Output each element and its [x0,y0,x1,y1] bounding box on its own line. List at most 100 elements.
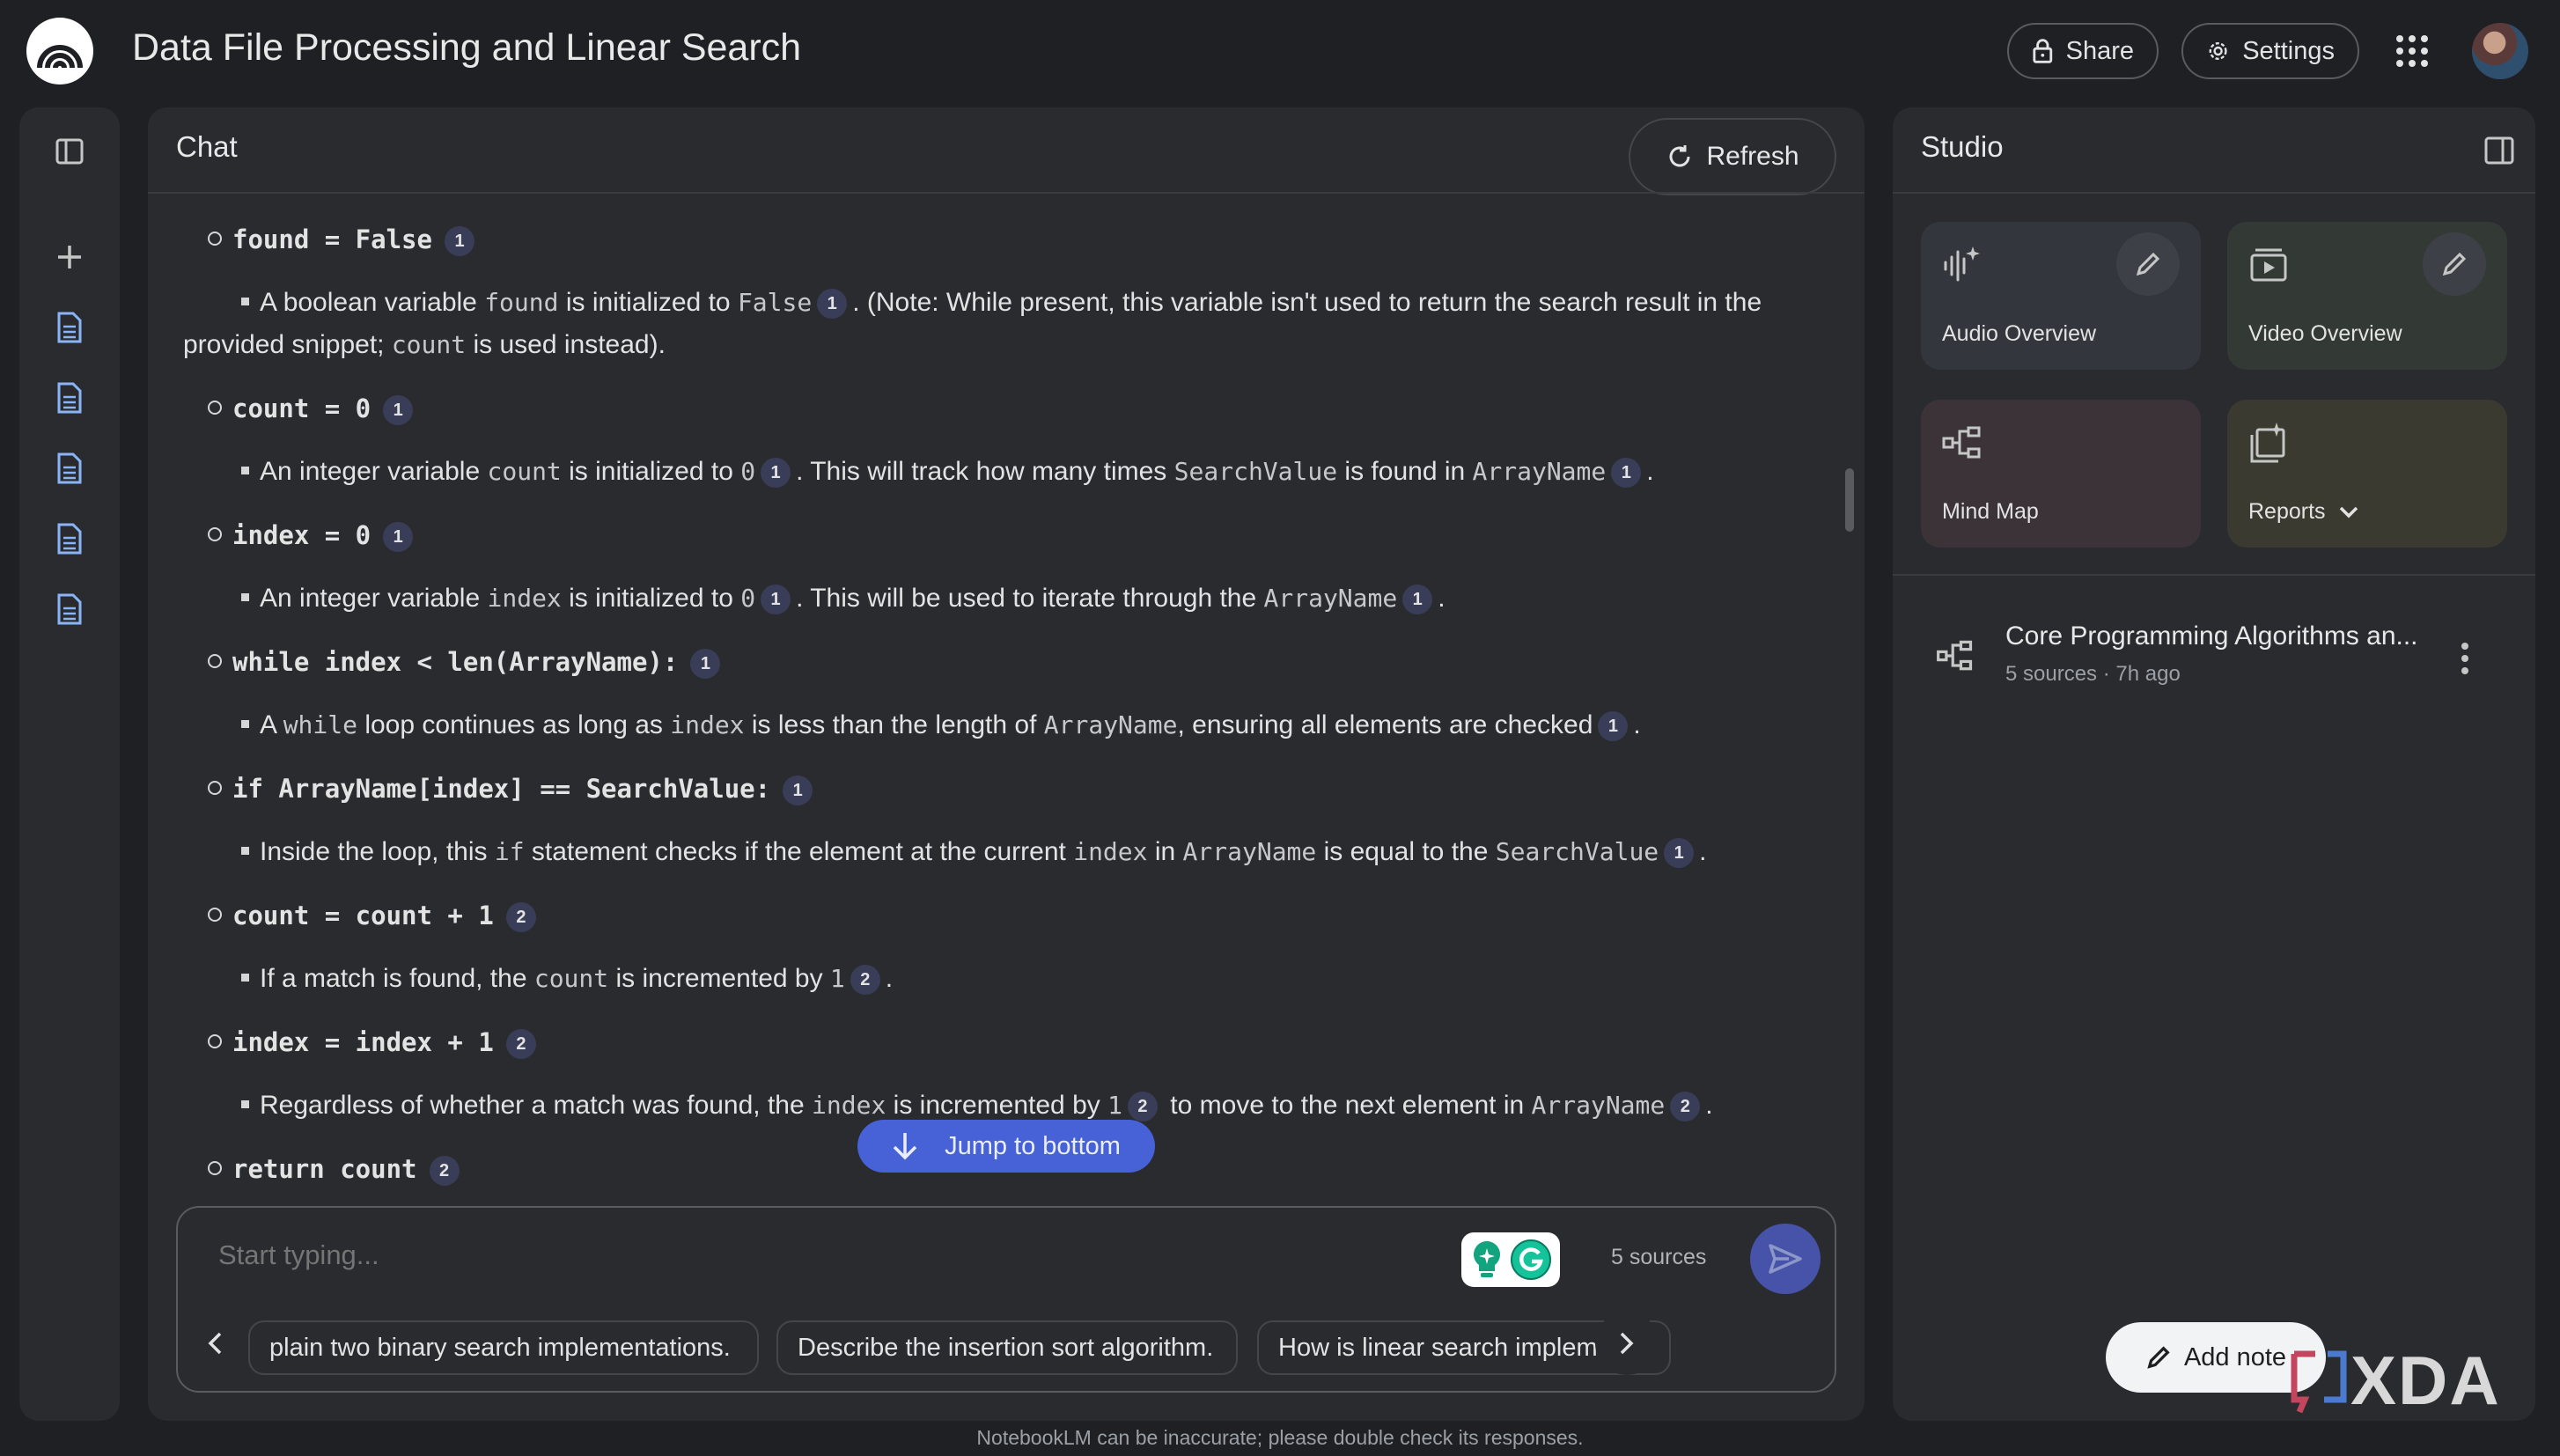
sources-rail [19,107,120,1421]
gear-icon [2209,41,2227,61]
add-note-label: Add note [2183,1342,2287,1371]
arrow-down-icon [893,1133,917,1160]
citation-badge[interactable]: 1 [761,458,791,489]
source-document-icon[interactable] [52,521,87,556]
chevron-down-icon [2339,506,2358,518]
source-document-icon[interactable] [52,310,87,345]
citation-badge[interactable]: 1 [383,395,414,426]
citation-badge[interactable]: 2 [1670,1092,1701,1122]
citation-badge[interactable]: 1 [445,226,475,257]
studio-panel-title: Studio [1921,130,2004,163]
apps-grid-icon[interactable] [2394,33,2430,69]
citation-badge[interactable]: 1 [761,585,791,615]
share-button[interactable]: Share [2007,23,2159,79]
jump-to-bottom-button[interactable]: Jump to bottom [857,1120,1155,1173]
jump-label: Jump to bottom [945,1131,1121,1160]
citation-badge[interactable]: 1 [1402,585,1433,615]
settings-label: Settings [2242,36,2335,65]
customize-video-button[interactable] [2423,232,2486,296]
citation-badge[interactable]: 1 [817,289,848,320]
explanation-text: An integer variable index is initialized… [241,581,1446,616]
xda-watermark-text: XDA [2350,1341,2501,1419]
video-overview-card[interactable]: Video Overview [2227,222,2507,370]
citation-badge[interactable]: 2 [505,902,536,933]
chat-panel-title: Chat [176,130,238,163]
user-avatar[interactable] [2472,23,2528,79]
code-bullet: while index < len(ArrayName): 1 [208,644,725,680]
settings-button[interactable]: Settings [2181,23,2359,79]
reports-dropdown[interactable]: Reports [2248,499,2359,525]
audio-waveform-icon [1944,246,1980,282]
citation-badge[interactable]: 2 [429,1156,460,1187]
chat-input-box: 5 sources plain two binary search implem… [176,1206,1836,1393]
chevron-left-icon [208,1332,222,1355]
disclaimer-text: NotebookLM can be inaccurate; please dou… [976,1426,1584,1449]
pencil-icon [2442,252,2467,276]
citation-badge[interactable]: 2 [850,965,880,996]
notebooklm-logo[interactable] [26,18,93,85]
pencil-icon [2136,252,2160,276]
explanation-text: An integer variable count is initialized… [241,454,1654,489]
chat-input[interactable] [218,1239,1451,1271]
more-options-icon[interactable] [2456,641,2474,676]
top-bar: Data File Processing and Linear Search S… [0,0,2560,104]
collapse-studio-panel-icon[interactable] [2484,136,2514,165]
code-bullet: if ArrayName[index] == SearchValue: 1 [208,771,818,807]
reports-label: Reports [2248,499,2326,524]
code-bullet: return count 2 [208,1151,465,1188]
source-document-icon[interactable] [52,451,87,486]
citation-badge[interactable]: 1 [1611,458,1642,489]
video-overview-label: Video Overview [2248,321,2402,346]
grammarly-widget[interactable] [1461,1232,1560,1287]
mind-map-icon [1937,640,1973,671]
explanation-text: A boolean variable found is initialized … [241,285,1762,320]
chat-panel: Chat Refresh found = False 1 A boolean v… [148,107,1865,1421]
note-subtitle: 5 sources · 7h ago [2005,662,2181,686]
customize-audio-button[interactable] [2116,232,2180,296]
divider [148,192,1865,194]
video-icon [2250,248,2287,282]
code-bullet: index = 0 1 [208,518,418,554]
xda-watermark: XDA [2289,1342,2501,1419]
suggestion-chip[interactable]: Describe the insertion sort algorithm. [776,1320,1238,1375]
sources-count: 5 sources [1611,1245,1707,1269]
code-bullet: count = 0 1 [208,391,418,427]
citation-badge[interactable]: 1 [1664,838,1695,869]
code-bullet: count = count + 1 2 [208,898,541,934]
send-button[interactable] [1750,1224,1821,1294]
send-icon [1769,1244,1802,1274]
citation-badge[interactable]: 1 [383,522,414,553]
audio-overview-card[interactable]: Audio Overview [1921,222,2201,370]
add-source-icon[interactable] [52,239,87,275]
expand-sources-panel-icon[interactable] [52,134,87,169]
refresh-label: Refresh [1706,142,1799,171]
reports-icon [2250,423,2285,463]
refresh-icon [1670,145,1690,167]
citation-badge[interactable]: 2 [505,1029,536,1060]
citation-badge[interactable]: 2 [1127,1092,1158,1122]
grammarly-icon [1511,1239,1551,1280]
explanation-text: provided snippet; count is used instead)… [183,330,666,359]
citation-badge[interactable]: 1 [783,776,813,806]
saved-note-item[interactable]: Core Programming Algorithms an... 5 sour… [1893,609,2535,697]
mind-map-icon [1942,426,1981,459]
source-document-icon[interactable] [52,592,87,627]
divider [1893,192,2535,194]
explanation-text: A while loop continues as long as index … [241,708,1641,743]
chevron-right-icon [1620,1332,1634,1355]
chips-scroll-left-button[interactable] [183,1312,246,1375]
chips-scroll-right-button[interactable] [1595,1312,1659,1375]
reports-card[interactable]: Reports [2227,400,2507,548]
source-document-icon[interactable] [52,380,87,415]
citation-badge[interactable]: 1 [1598,711,1629,742]
refresh-button[interactable]: Refresh [1629,118,1836,195]
audio-overview-label: Audio Overview [1942,321,2097,346]
chat-scrollbar[interactable] [1845,468,1854,532]
explanation-text: If a match is found, the count is increm… [241,961,893,996]
suggestion-chip[interactable]: plain two binary search implementations. [248,1320,759,1375]
mind-map-card[interactable]: Mind Map [1921,400,2201,548]
note-title: Core Programming Algorithms an... [2005,621,2418,651]
citation-badge[interactable]: 1 [690,649,721,680]
code-bullet: found = False 1 [208,222,480,258]
notebook-title[interactable]: Data File Processing and Linear Search [132,26,801,70]
